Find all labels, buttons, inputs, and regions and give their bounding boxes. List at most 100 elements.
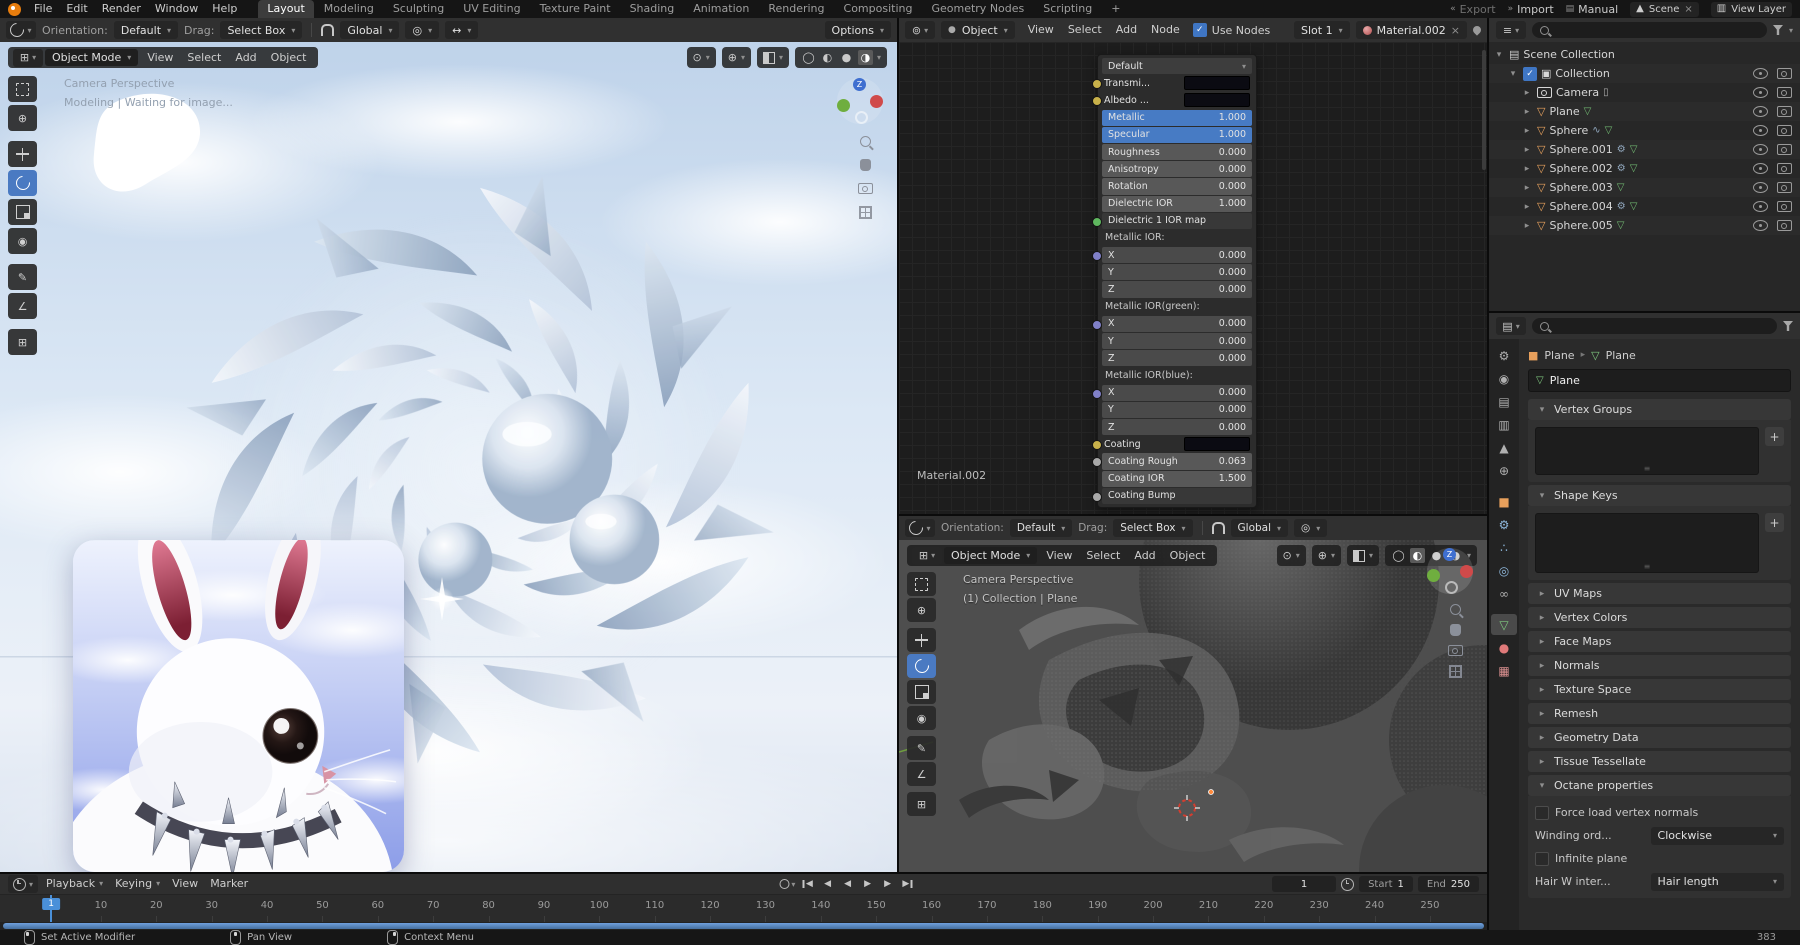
workspace-tab-geometry-nodes[interactable]: Geometry Nodes — [922, 0, 1033, 18]
section-remesh[interactable]: ▸Remesh — [1528, 703, 1791, 724]
menu-top-help[interactable]: Help — [205, 0, 244, 18]
shader-type-dropdown[interactable]: ●Object▾ — [941, 21, 1015, 39]
transport-play-reverse[interactable]: ◀ — [839, 876, 856, 892]
outliner-row-sphere-001[interactable]: ▸▽Sphere.001⚙▽ — [1489, 140, 1800, 159]
tool-transform[interactable]: ◉ — [907, 706, 936, 730]
camera-view-icon[interactable] — [858, 183, 873, 194]
active-tool-button[interactable]: ▾ — [6, 21, 36, 39]
playhead-frame-chip[interactable]: 1 — [42, 898, 60, 910]
slot-dropdown[interactable]: Slot 1▾ — [1294, 21, 1350, 39]
menu-timeline-marker[interactable]: Marker — [204, 874, 254, 894]
camera-view-icon[interactable] — [1448, 645, 1463, 656]
force-load-checkbox[interactable]: ✓ — [1535, 806, 1549, 820]
outliner-search-input[interactable] — [1532, 22, 1767, 38]
infinite-plane-checkbox[interactable]: ✓ — [1535, 852, 1549, 866]
hide-eye-icon[interactable] — [1753, 144, 1768, 155]
unlink-scene-icon[interactable]: × — [1684, 4, 1692, 15]
section-texture-space[interactable]: ▸Texture Space — [1528, 679, 1791, 700]
properties-tab-output[interactable]: ▤ — [1491, 391, 1517, 412]
menu-vp1-view[interactable]: View — [140, 49, 180, 67]
outliner-row-sphere-005[interactable]: ▸▽Sphere.005▽ — [1489, 216, 1800, 235]
properties-tab-view-layer[interactable]: ▥ — [1491, 414, 1517, 435]
node-row-coating[interactable]: Coating — [1102, 436, 1252, 452]
gizmos-toggle[interactable]: ⊙▾ — [1277, 545, 1306, 566]
socket-gray-icon[interactable] — [1092, 492, 1102, 502]
outliner-row-sphere[interactable]: ▸▽Sphere∿▽ — [1489, 121, 1800, 140]
color-swatch[interactable] — [1184, 76, 1250, 90]
frame-start-field[interactable]: Start1 — [1359, 876, 1413, 892]
section-uv-maps[interactable]: ▸UV Maps — [1528, 583, 1791, 604]
node-row-coating-rough[interactable]: Coating Rough0.063 — [1102, 453, 1252, 469]
menu-vp2-view[interactable]: View — [1039, 547, 1079, 565]
add-item-button[interactable]: + — [1765, 513, 1784, 532]
drag-dropdown[interactable]: Select Box▾ — [1113, 519, 1192, 537]
import-menu[interactable]: »Import — [1508, 3, 1554, 16]
editor-type-button[interactable]: ⊞▾ — [912, 547, 942, 565]
properties-tab-scene[interactable]: ▲ — [1491, 437, 1517, 458]
menu-timeline-playback[interactable]: Playback▾ — [40, 874, 109, 894]
menu-vp1-add[interactable]: Add — [228, 49, 263, 67]
node-row-transmi[interactable]: Transmi... — [1102, 75, 1252, 91]
overlays-toggle[interactable]: ⊕▾ — [722, 47, 751, 68]
editor-type-button[interactable]: ▾ — [8, 875, 38, 893]
options-dropdown[interactable]: Options▾ — [825, 21, 891, 39]
hide-eye-icon[interactable] — [1753, 182, 1768, 193]
menu-timeline-view[interactable]: View — [166, 874, 204, 894]
add-item-button[interactable]: + — [1765, 427, 1784, 446]
material-datablock[interactable]: Material.002 × — [1356, 21, 1467, 39]
tool-move[interactable] — [907, 628, 936, 652]
outliner-row-camera[interactable]: ▸Camera▯ — [1489, 83, 1800, 102]
properties-tab-object[interactable]: ■ — [1491, 491, 1517, 512]
color-swatch[interactable] — [1184, 437, 1250, 451]
node-graph-canvas[interactable]: Default▾Transmi...Albedo ...Metallic1.00… — [899, 42, 1487, 514]
zoom-icon[interactable] — [860, 136, 871, 147]
list-box[interactable]: ≡ — [1535, 513, 1759, 573]
disable-render-icon[interactable] — [1777, 87, 1792, 98]
xray-toggle[interactable]: ▾ — [757, 47, 789, 68]
properties-tab-material[interactable]: ● — [1491, 637, 1517, 658]
workspace-tab-animation[interactable]: Animation — [684, 0, 758, 18]
overlays-toggle[interactable]: ⊕▾ — [1312, 545, 1341, 566]
active-tool-button[interactable]: ▾ — [905, 519, 935, 537]
node-row-roughness[interactable]: Roughness0.000 — [1102, 144, 1252, 160]
octane-material-node[interactable]: Default▾Transmi...Albedo ...Metallic1.00… — [1097, 54, 1257, 508]
disable-render-icon[interactable] — [1777, 144, 1792, 155]
collection-checkbox[interactable]: ✓ — [1523, 67, 1537, 81]
node-row-dielectric-ior[interactable]: Dielectric IOR1.000 — [1102, 196, 1252, 212]
socket-green-icon[interactable] — [1092, 217, 1102, 227]
workspace-tab-compositing[interactable]: Compositing — [835, 0, 922, 18]
workspace-tab-uv-editing[interactable]: UV Editing — [454, 0, 529, 18]
section-face-maps[interactable]: ▸Face Maps — [1528, 631, 1791, 652]
tool-select-box[interactable] — [8, 76, 37, 102]
proportional-editing-dropdown[interactable]: ◎▾ — [405, 21, 439, 39]
xray-toggle[interactable]: ▾ — [1347, 545, 1379, 566]
menu-top-file[interactable]: File — [27, 0, 59, 18]
gizmo-negative-axis[interactable] — [1445, 581, 1458, 594]
resize-grip-icon[interactable]: ≡ — [1644, 464, 1651, 473]
workspace-tab-texture-paint[interactable]: Texture Paint — [531, 0, 620, 18]
editor-type-button[interactable]: ⊞▾ — [13, 49, 43, 67]
pin-icon[interactable] — [1471, 24, 1482, 35]
chevron-right-icon[interactable]: ▸ — [1521, 88, 1533, 98]
menu-vp2-add[interactable]: Add — [1127, 547, 1162, 565]
chevron-right-icon[interactable]: ▸ — [1521, 145, 1533, 155]
mode-dropdown[interactable]: Object Mode▾ — [45, 49, 138, 66]
menu-node-select[interactable]: Select — [1061, 21, 1109, 39]
transport-next-keyframe[interactable]: ▶ — [879, 876, 896, 892]
node-row-metallic[interactable]: Metallic1.000 — [1102, 110, 1252, 126]
breadcrumb-data[interactable]: Plane — [1606, 349, 1636, 362]
properties-tab-data[interactable]: ▽ — [1491, 614, 1517, 635]
shading-rendered-icon[interactable]: ◑ — [858, 50, 873, 65]
section-normals[interactable]: ▸Normals — [1528, 655, 1791, 676]
node-row-x[interactable]: X0.000 — [1102, 385, 1252, 401]
tool-measure[interactable]: ∠ — [8, 293, 37, 319]
chevron-down-icon[interactable]: ▾ — [1507, 69, 1519, 79]
hide-eye-icon[interactable] — [1753, 106, 1768, 117]
socket-purple-icon[interactable] — [1092, 320, 1102, 330]
export-menu[interactable]: «Export — [1450, 3, 1496, 16]
timeline-scrollbar-thumb[interactable] — [3, 923, 1484, 929]
properties-tab-texture[interactable]: ▦ — [1491, 660, 1517, 681]
gizmo-x-axis[interactable] — [870, 95, 883, 108]
transport-prev-keyframe[interactable]: ◀ — [819, 876, 836, 892]
hide-eye-icon[interactable] — [1753, 125, 1768, 136]
